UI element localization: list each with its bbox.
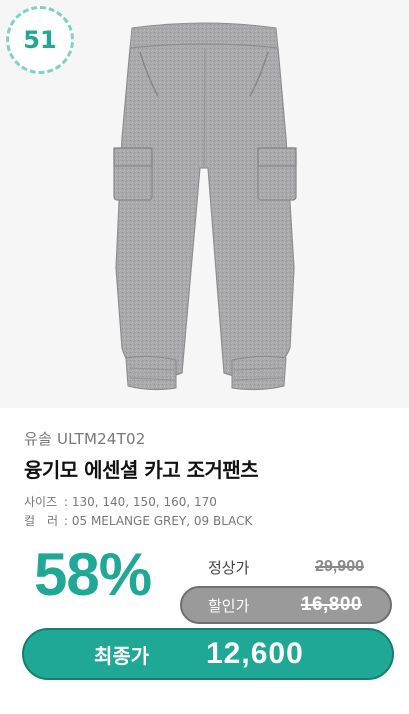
final-price-button[interactable]: 최종가 12,600 (22, 628, 394, 680)
sale-price-pill: 할인가 16,800 (180, 586, 392, 624)
size-label: 사이즈 (24, 495, 58, 509)
sale-price-label: 할인가 (208, 596, 250, 615)
spec-sizes: 사이즈 : 130, 140, 150, 160, 170 (24, 493, 217, 510)
spec-colors: 컬 러 : 05 MELANGE GREY, 09 BLACK (24, 512, 252, 529)
regular-price-row: 정상가 29,900 (182, 554, 392, 580)
regular-price: 29,900 (315, 558, 364, 575)
brand-line: 유솔 ULTM24T02 (24, 430, 146, 448)
color-values: : 05 MELANGE GREY, 09 BLACK (64, 514, 253, 528)
sale-price: 16,800 (300, 594, 362, 615)
product-image[interactable]: 51 (0, 0, 409, 408)
discount-rate: 58% (34, 541, 152, 608)
final-price: 12,600 (206, 637, 304, 670)
rank-number: 51 (23, 26, 57, 54)
product-title[interactable]: 융기모 에센셜 카고 조거팬츠 (24, 454, 259, 483)
size-values: : 130, 140, 150, 160, 170 (64, 495, 217, 509)
product-card[interactable]: 51 유솔 ULTM24T02 융기모 에센셜 카고 조거팬츠 사이즈 : 130… (0, 0, 409, 714)
pants-image-icon (113, 22, 297, 391)
color-label: 컬 러 (24, 514, 59, 528)
final-price-label: 최종가 (94, 643, 150, 668)
rank-badge: 51 (6, 6, 74, 74)
regular-price-label: 정상가 (208, 558, 250, 577)
